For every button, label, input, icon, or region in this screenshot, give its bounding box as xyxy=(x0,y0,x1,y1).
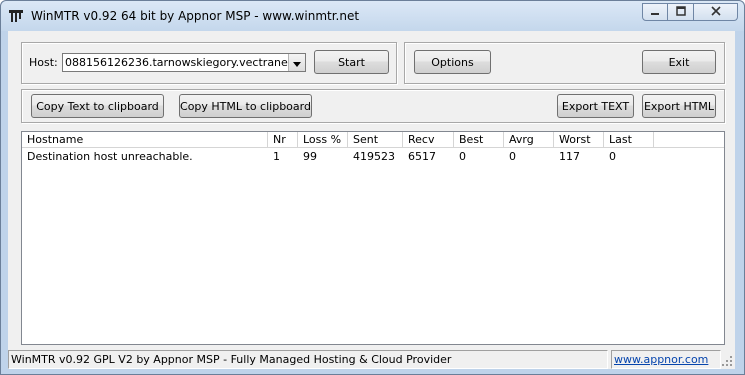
status-bar: WinMTR v0.92 GPL V2 by Appnor MSP - Full… xyxy=(8,348,735,369)
window-title: WinMTR v0.92 64 bit by Appnor MSP - www.… xyxy=(31,9,360,23)
host-dropdown-button[interactable] xyxy=(288,54,305,71)
maximize-icon xyxy=(675,5,686,19)
maximize-button[interactable] xyxy=(668,3,694,21)
column-header-best[interactable]: Best xyxy=(454,132,504,148)
dropdown-arrow-icon xyxy=(293,56,301,70)
column-header-last[interactable]: Last xyxy=(604,132,654,148)
column-header-avrg[interactable]: Avrg xyxy=(504,132,554,148)
main-window: WinMTR v0.92 64 bit by Appnor MSP - www.… xyxy=(0,0,745,375)
copy-text-button[interactable]: Copy Text to clipboard xyxy=(31,94,164,118)
minimize-icon xyxy=(650,5,660,19)
host-value: 088156126236.tarnowskiegory.vectranet.pl xyxy=(65,56,306,69)
title-bar[interactable]: WinMTR v0.92 64 bit by Appnor MSP - www.… xyxy=(1,1,744,31)
copy-html-button[interactable]: Copy HTML to clipboard xyxy=(179,94,312,118)
cell-nr: 1 xyxy=(273,150,280,163)
resize-grip-icon[interactable] xyxy=(721,355,733,367)
cell-worst: 117 xyxy=(559,150,580,163)
cell-loss: 99 xyxy=(303,150,317,163)
close-button[interactable] xyxy=(694,3,738,21)
host-label: Host: xyxy=(29,56,58,69)
column-header-nr[interactable]: Nr xyxy=(268,132,298,148)
table-row[interactable]: Destination host unreachable. 1 99 41952… xyxy=(22,149,724,164)
host-combobox[interactable]: 088156126236.tarnowskiegory.vectranet.pl xyxy=(62,53,306,72)
export-text-button[interactable]: Export TEXT xyxy=(557,94,634,118)
cell-best: 0 xyxy=(459,150,466,163)
cell-avrg: 0 xyxy=(509,150,516,163)
host-group: Host: 088156126236.tarnowskiegory.vectra… xyxy=(21,42,397,84)
options-button[interactable]: Options xyxy=(414,50,491,74)
minimize-button[interactable] xyxy=(642,3,668,21)
table-header: Hostname Nr Loss % Sent Recv Best Avrg W… xyxy=(22,132,724,148)
caption-buttons xyxy=(642,3,738,21)
column-header-sent[interactable]: Sent xyxy=(348,132,403,148)
cell-last: 0 xyxy=(609,150,616,163)
client-area: Host: 088156126236.tarnowskiegory.vectra… xyxy=(8,31,735,369)
appnor-link[interactable]: www.appnor.com xyxy=(614,353,708,366)
column-header-worst[interactable]: Worst xyxy=(554,132,604,148)
exit-button[interactable]: Exit xyxy=(642,50,716,74)
status-link-pane: www.appnor.com xyxy=(611,350,721,369)
status-text: WinMTR v0.92 GPL V2 by Appnor MSP - Full… xyxy=(8,350,608,369)
cell-sent: 419523 xyxy=(353,150,395,163)
start-button[interactable]: Start xyxy=(314,50,389,74)
close-icon xyxy=(710,5,721,19)
column-header-loss[interactable]: Loss % xyxy=(298,132,348,148)
options-group: Options Exit xyxy=(404,42,725,84)
export-html-button[interactable]: Export HTML xyxy=(642,94,716,118)
cell-hostname: Destination host unreachable. xyxy=(27,150,193,163)
winmtr-app-icon xyxy=(9,9,23,23)
export-group: Copy Text to clipboard Copy HTML to clip… xyxy=(21,89,725,123)
column-header-recv[interactable]: Recv xyxy=(403,132,454,148)
cell-recv: 6517 xyxy=(408,150,436,163)
column-header-hostname[interactable]: Hostname xyxy=(22,132,268,148)
results-table[interactable]: Hostname Nr Loss % Sent Recv Best Avrg W… xyxy=(21,131,725,345)
